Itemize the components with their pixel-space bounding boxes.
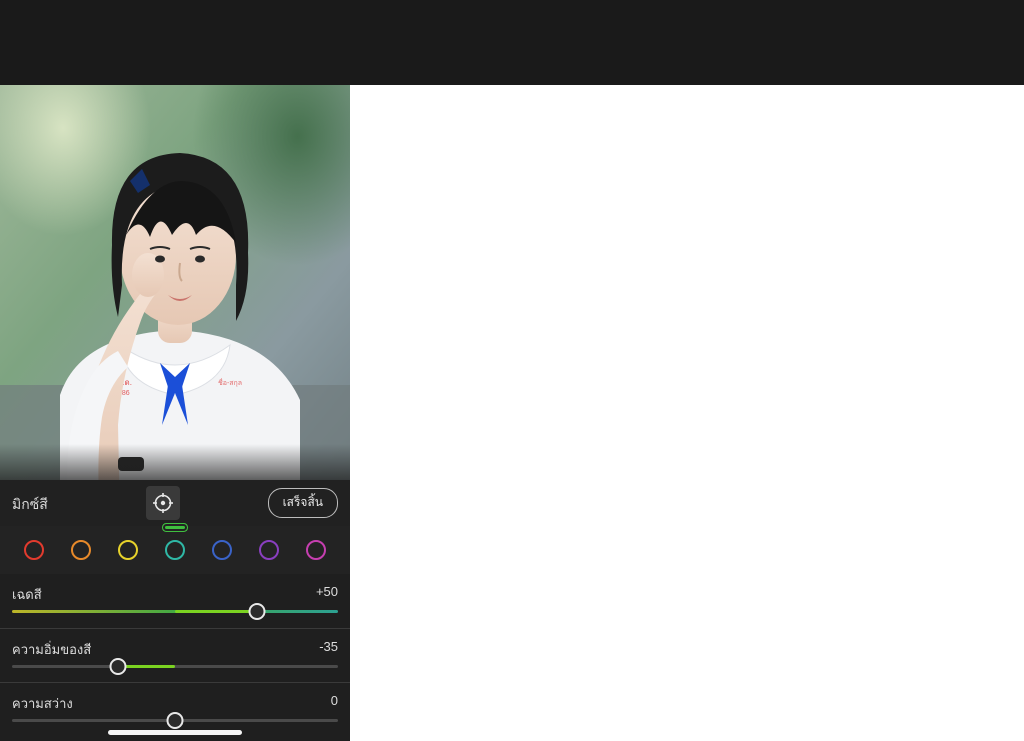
done-button-label: เสร็จสิ้น <box>283 495 323 509</box>
target-adjust-button[interactable] <box>146 486 180 520</box>
color-mix-header: มิกซ์สี เสร็จสิ้น <box>0 480 350 526</box>
hue-label: เฉดสี <box>12 584 42 605</box>
color-swatch-row <box>0 526 350 574</box>
saturation-track[interactable] <box>12 665 338 668</box>
luminance-value: 0 <box>331 693 338 708</box>
swatch-aqua[interactable] <box>165 540 185 560</box>
swatch-magenta[interactable] <box>306 540 326 560</box>
swatch-blue[interactable] <box>212 540 232 560</box>
luminance-slider[interactable]: ความสว่าง 0 <box>0 682 350 736</box>
swatch-green[interactable] <box>165 526 185 529</box>
blank-area <box>350 85 1024 741</box>
color-mix-label: มิกซ์สี <box>12 494 48 516</box>
swatch-orange[interactable] <box>71 540 91 560</box>
slider-knob[interactable] <box>248 603 265 620</box>
hue-track[interactable] <box>12 610 338 613</box>
saturation-value: -35 <box>319 639 338 654</box>
preview-fade <box>0 444 350 480</box>
luminance-track[interactable] <box>12 719 338 722</box>
hue-value: +50 <box>316 584 338 599</box>
app-top-bar <box>0 0 1024 85</box>
svg-text:ชื่อ-สกุล: ชื่อ-สกุล <box>218 378 242 387</box>
home-indicator[interactable] <box>108 730 242 735</box>
done-button[interactable]: เสร็จสิ้น <box>268 488 338 518</box>
luminance-label: ความสว่าง <box>12 693 73 714</box>
preview-illustration: ร.ด. 086 ชื่อ-สกุล <box>0 85 350 480</box>
slider-knob[interactable] <box>167 712 184 729</box>
hue-slider[interactable]: เฉดสี +50 <box>0 574 350 628</box>
saturation-slider[interactable]: ความอิ่มของสี -35 <box>0 628 350 682</box>
slider-knob[interactable] <box>109 658 126 675</box>
slider-group: เฉดสี +50 ความอิ่มของสี -35 ความสว่าง 0 <box>0 574 350 736</box>
editor-panel: ร.ด. 086 ชื่อ-สกุล <box>0 85 350 741</box>
swatch-purple[interactable] <box>259 540 279 560</box>
image-preview[interactable]: ร.ด. 086 ชื่อ-สกุล <box>0 85 350 480</box>
swatch-yellow[interactable] <box>118 540 138 560</box>
target-icon <box>153 493 173 513</box>
swatch-red[interactable] <box>24 540 44 560</box>
saturation-label: ความอิ่มของสี <box>12 639 91 660</box>
